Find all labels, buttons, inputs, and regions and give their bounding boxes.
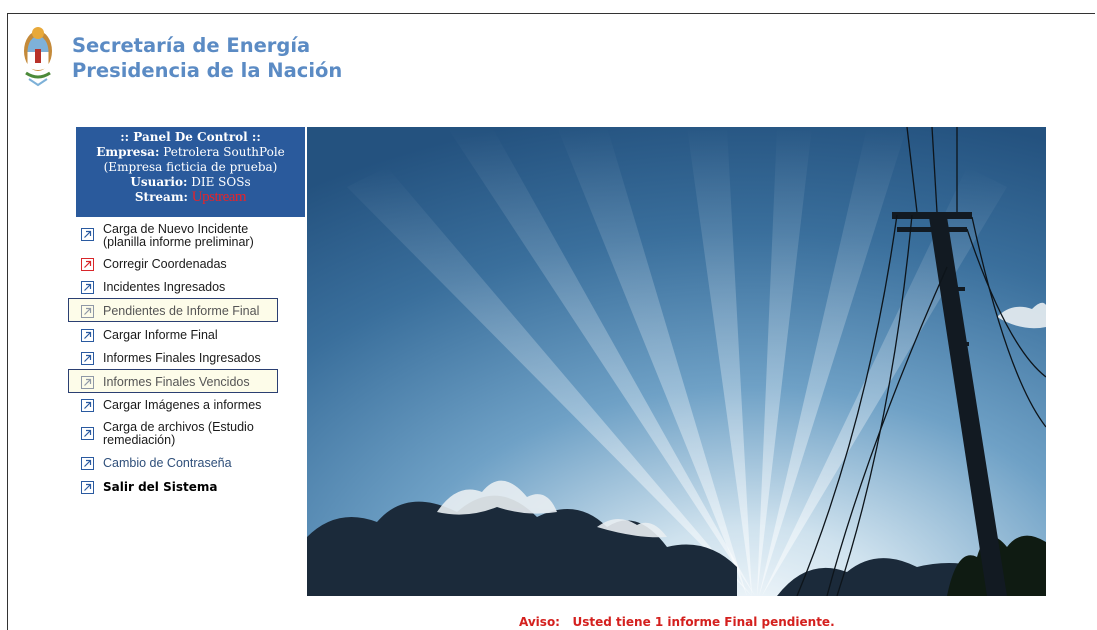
external-link-icon <box>81 281 94 294</box>
menu-item-cargar-imagenes[interactable]: Cargar Imágenes a informes <box>76 399 305 415</box>
panel-title: :: Panel De Control :: <box>120 130 261 144</box>
user-label: Usuario: <box>130 175 188 189</box>
external-link-icon <box>81 258 94 271</box>
menu-item-label: Cambio de Contraseña <box>103 456 232 470</box>
menu-item-carga-nuevo-incidente[interactable]: Carga de Nuevo Incidente (planilla infor… <box>76 223 305 251</box>
coat-of-arms-logo <box>24 27 52 87</box>
menu-item-pendientes-informe-final[interactable]: Pendientes de Informe Final <box>76 305 305 321</box>
company-value: Petrolera SouthPole <box>163 145 285 159</box>
stream-label: Stream: <box>134 190 188 204</box>
control-panel-header: :: Panel De Control :: Empresa: Petroler… <box>76 127 305 217</box>
external-link-icon <box>81 228 94 241</box>
notice-text: Usted tiene 1 informe Final pendiente. <box>572 615 835 629</box>
menu-item-label-line2: (planilla informe preliminar) <box>103 235 254 249</box>
menu-item-corregir-coordenadas[interactable]: Corregir Coordenadas <box>76 258 305 274</box>
menu-item-label: Cargar Informe Final <box>103 328 218 342</box>
menu-item-informes-finales-ingresados[interactable]: Informes Finales Ingresados <box>76 352 305 368</box>
external-link-icon <box>81 329 94 342</box>
menu-item-label: Salir del Sistema <box>103 480 218 494</box>
external-link-icon <box>81 376 94 389</box>
external-link-icon <box>81 399 94 412</box>
external-link-icon <box>81 457 94 470</box>
user-value: DIE SOSs <box>191 175 251 189</box>
hero-photo <box>307 127 1046 596</box>
menu-item-label: Cargar Imágenes a informes <box>103 398 262 412</box>
notice-label: Aviso: <box>519 615 560 629</box>
pending-report-notice: Aviso: Usted tiene 1 informe Final pendi… <box>519 615 835 629</box>
menu-item-carga-archivos[interactable]: Carga de archivos (Estudio remediación) <box>76 421 305 449</box>
external-link-icon <box>81 481 94 494</box>
menu-item-label: Incidentes Ingresados <box>103 280 226 294</box>
menu-item-incidentes-ingresados[interactable]: Incidentes Ingresados <box>76 281 305 297</box>
menu-item-label: Informes Finales Vencidos <box>103 375 250 389</box>
external-link-icon <box>81 305 94 318</box>
external-link-icon <box>81 352 94 365</box>
org-line-2: Presidencia de la Nación <box>72 59 343 82</box>
organization-name: Secretaría de Energía Presidencia de la … <box>72 33 342 83</box>
external-link-icon <box>81 427 94 440</box>
stream-value: Upstream <box>191 189 247 205</box>
company-note: (Empresa ficticia de prueba) <box>103 160 278 174</box>
menu-item-label: Pendientes de Informe Final <box>103 304 260 318</box>
menu-item-informes-finales-vencidos[interactable]: Informes Finales Vencidos <box>76 376 305 392</box>
menu-item-label: Corregir Coordenadas <box>103 257 227 271</box>
menu-item-cambio-contrasena[interactable]: Cambio de Contraseña <box>76 457 305 473</box>
menu-item-label: Informes Finales Ingresados <box>103 351 261 365</box>
menu-item-salir-sistema[interactable]: Salir del Sistema <box>76 481 305 497</box>
menu-item-cargar-informe-final[interactable]: Cargar Informe Final <box>76 329 305 345</box>
menu-item-label-line2: remediación) <box>103 433 176 447</box>
sky-power-pole-image <box>307 127 1046 596</box>
company-label: Empresa: <box>96 145 160 159</box>
org-line-1: Secretaría de Energía <box>72 34 311 57</box>
